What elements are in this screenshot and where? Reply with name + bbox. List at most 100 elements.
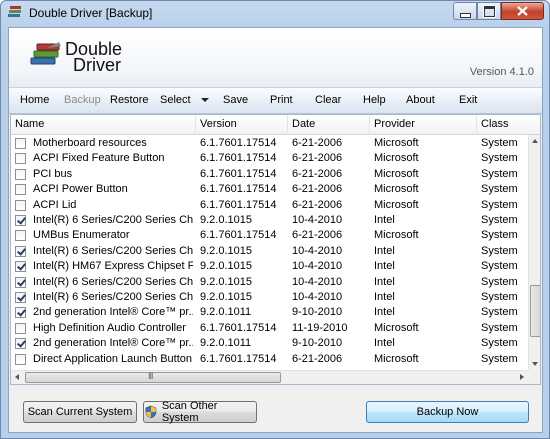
cell-name: Intel(R) 6 Series/C200 Series Chi... xyxy=(33,214,193,226)
close-button[interactable] xyxy=(501,2,544,20)
table-row[interactable]: 2nd generation Intel® Core™ pr... 9.2.0.1… xyxy=(11,336,528,351)
cell-version: 9.2.0.1015 xyxy=(200,291,252,303)
cell-class: System xyxy=(481,244,518,257)
column-header-version[interactable]: Version xyxy=(196,115,288,135)
select-dropdown-arrow-icon[interactable] xyxy=(201,98,209,102)
table-row[interactable]: ACPI Power Button 6.1.7601.17514 6-21-2006… xyxy=(11,182,528,197)
cell-provider: Microsoft xyxy=(374,321,419,334)
cell-provider: Microsoft xyxy=(374,183,419,196)
cell-class: System xyxy=(481,275,518,288)
table-row[interactable]: PCI bus 6.1.7601.17514 6-21-2006 Microsoft S… xyxy=(11,167,528,182)
table-row[interactable]: Intel(R) 6 Series/C200 Series Chi... 9.2.… xyxy=(11,275,528,290)
table-row[interactable]: High Definition Audio Controller 6.1.7601… xyxy=(11,321,528,336)
row-checkbox[interactable] xyxy=(15,184,26,196)
exit-menu[interactable]: Exit xyxy=(459,94,477,106)
row-checkbox[interactable] xyxy=(15,276,26,288)
scroll-down-icon[interactable] xyxy=(532,362,538,366)
horizontal-scroll-thumb[interactable] xyxy=(25,371,281,383)
table-row[interactable]: Intel(R) HM67 Express Chipset Fa... 9.2.0… xyxy=(11,259,528,274)
row-checkbox[interactable] xyxy=(15,322,26,334)
cell-provider: Microsoft xyxy=(374,352,419,365)
print-menu[interactable]: Print xyxy=(270,94,293,106)
scan-current-system-label: Scan Current System xyxy=(27,406,133,418)
row-checkbox[interactable] xyxy=(15,338,26,350)
save-menu[interactable]: Save xyxy=(223,94,248,106)
table-row[interactable]: Motherboard resources 6.1.7601.17514 6-21-… xyxy=(11,136,528,151)
clear-menu[interactable]: Clear xyxy=(315,94,341,106)
cell-version: 9.2.0.1015 xyxy=(200,244,252,257)
cell-class: System xyxy=(481,214,518,226)
table-row[interactable]: Intel(R) 6 Series/C200 Series Chi... 9.2.… xyxy=(11,213,528,228)
restore-menu[interactable]: Restore xyxy=(110,94,149,106)
row-checkbox[interactable] xyxy=(15,261,26,273)
horizontal-scrollbar[interactable] xyxy=(11,370,528,384)
logo-text-line2: Driver xyxy=(73,55,121,75)
cell-provider: Intel xyxy=(374,214,395,226)
backup-menu[interactable]: Backup xyxy=(64,94,101,106)
row-checkbox[interactable] xyxy=(15,353,26,365)
cell-date: 11-19-2010 xyxy=(292,321,348,334)
cell-version: 6.1.7601.17514 xyxy=(200,137,277,149)
row-checkbox[interactable] xyxy=(15,215,26,226)
select-menu[interactable]: Select xyxy=(160,94,191,106)
cell-name: ACPI Power Button xyxy=(33,183,128,196)
cell-version: 6.1.7601.17514 xyxy=(200,183,277,196)
table-row[interactable]: Direct Application Launch Button 6.1.7601… xyxy=(11,352,528,367)
table-row[interactable]: ACPI Fixed Feature Button 6.1.7601.17514 6… xyxy=(11,151,528,166)
minimize-button[interactable] xyxy=(453,2,477,20)
backup-now-button[interactable]: Backup Now xyxy=(366,401,529,423)
vertical-scrollbar[interactable] xyxy=(528,135,540,370)
scroll-left-icon[interactable] xyxy=(15,374,19,380)
window-title: Double Driver [Backup] xyxy=(29,6,153,20)
cell-date: 6-21-2006 xyxy=(292,183,343,196)
title-bar[interactable]: Double Driver [Backup] xyxy=(1,1,549,27)
row-checkbox[interactable] xyxy=(15,199,26,211)
cell-version: 9.2.0.1015 xyxy=(200,260,252,273)
table-row[interactable]: ACPI Lid 6.1.7601.17514 6-21-2006 Microsoft… xyxy=(11,198,528,213)
row-checkbox[interactable] xyxy=(15,245,26,257)
column-header-class[interactable]: Class xyxy=(477,115,540,135)
cell-class: System xyxy=(481,291,518,303)
home-menu[interactable]: Home xyxy=(20,94,49,106)
cell-version: 6.1.7601.17514 xyxy=(200,321,277,334)
scan-other-system-button[interactable]: Scan Other System xyxy=(143,400,257,424)
table-row[interactable]: 2nd generation Intel® Core™ pr... 9.2.0.1… xyxy=(11,305,528,320)
scroll-right-icon[interactable] xyxy=(520,374,524,380)
cell-name: Motherboard resources xyxy=(33,137,147,149)
cell-provider: Intel xyxy=(374,275,395,288)
cell-date: 6-21-2006 xyxy=(292,152,343,165)
cell-class: System xyxy=(481,167,518,180)
cell-class: System xyxy=(481,321,518,334)
cell-name: High Definition Audio Controller xyxy=(33,321,186,334)
cell-version: 6.1.7601.17514 xyxy=(200,352,277,365)
table-row[interactable]: Intel(R) 6 Series/C200 Series Chi... 9.2.… xyxy=(11,290,528,305)
row-checkbox[interactable] xyxy=(15,307,26,319)
toolbar: Home Backup Restore Select Save Print Cl… xyxy=(9,87,542,114)
row-checkbox[interactable] xyxy=(15,168,26,180)
about-menu[interactable]: About xyxy=(406,94,435,106)
cell-date: 10-4-2010 xyxy=(292,214,343,226)
cell-date: 6-21-2006 xyxy=(292,198,343,211)
column-header-date[interactable]: Date xyxy=(288,115,370,135)
cell-name: ACPI Lid xyxy=(33,198,77,211)
app-header: Double Driver Version 4.1.0 xyxy=(9,28,542,87)
scroll-up-icon[interactable] xyxy=(532,139,538,143)
table-header: Name Version Date Provider Class xyxy=(11,115,540,135)
table-body: Motherboard resources 6.1.7601.17514 6-21-… xyxy=(11,135,528,370)
column-header-name[interactable]: Name xyxy=(11,115,196,135)
row-checkbox[interactable] xyxy=(15,138,26,149)
table-row[interactable]: UMBus Enumerator 6.1.7601.17514 6-21-2006 M… xyxy=(11,228,528,243)
cell-provider: Microsoft xyxy=(374,167,419,180)
scan-current-system-button[interactable]: Scan Current System xyxy=(23,401,137,423)
cell-date: 6-21-2006 xyxy=(292,229,343,242)
maximize-button[interactable] xyxy=(477,2,501,20)
help-menu[interactable]: Help xyxy=(363,94,386,106)
cell-class: System xyxy=(481,137,518,149)
vertical-scroll-thumb[interactable] xyxy=(530,285,540,337)
row-checkbox[interactable] xyxy=(15,230,26,242)
row-checkbox[interactable] xyxy=(15,153,26,165)
table-row[interactable]: Intel(R) 6 Series/C200 Series Chi... 9.2.… xyxy=(11,244,528,259)
row-checkbox[interactable] xyxy=(15,292,26,303)
column-header-provider[interactable]: Provider xyxy=(370,115,477,135)
scan-other-system-label: Scan Other System xyxy=(161,400,218,424)
